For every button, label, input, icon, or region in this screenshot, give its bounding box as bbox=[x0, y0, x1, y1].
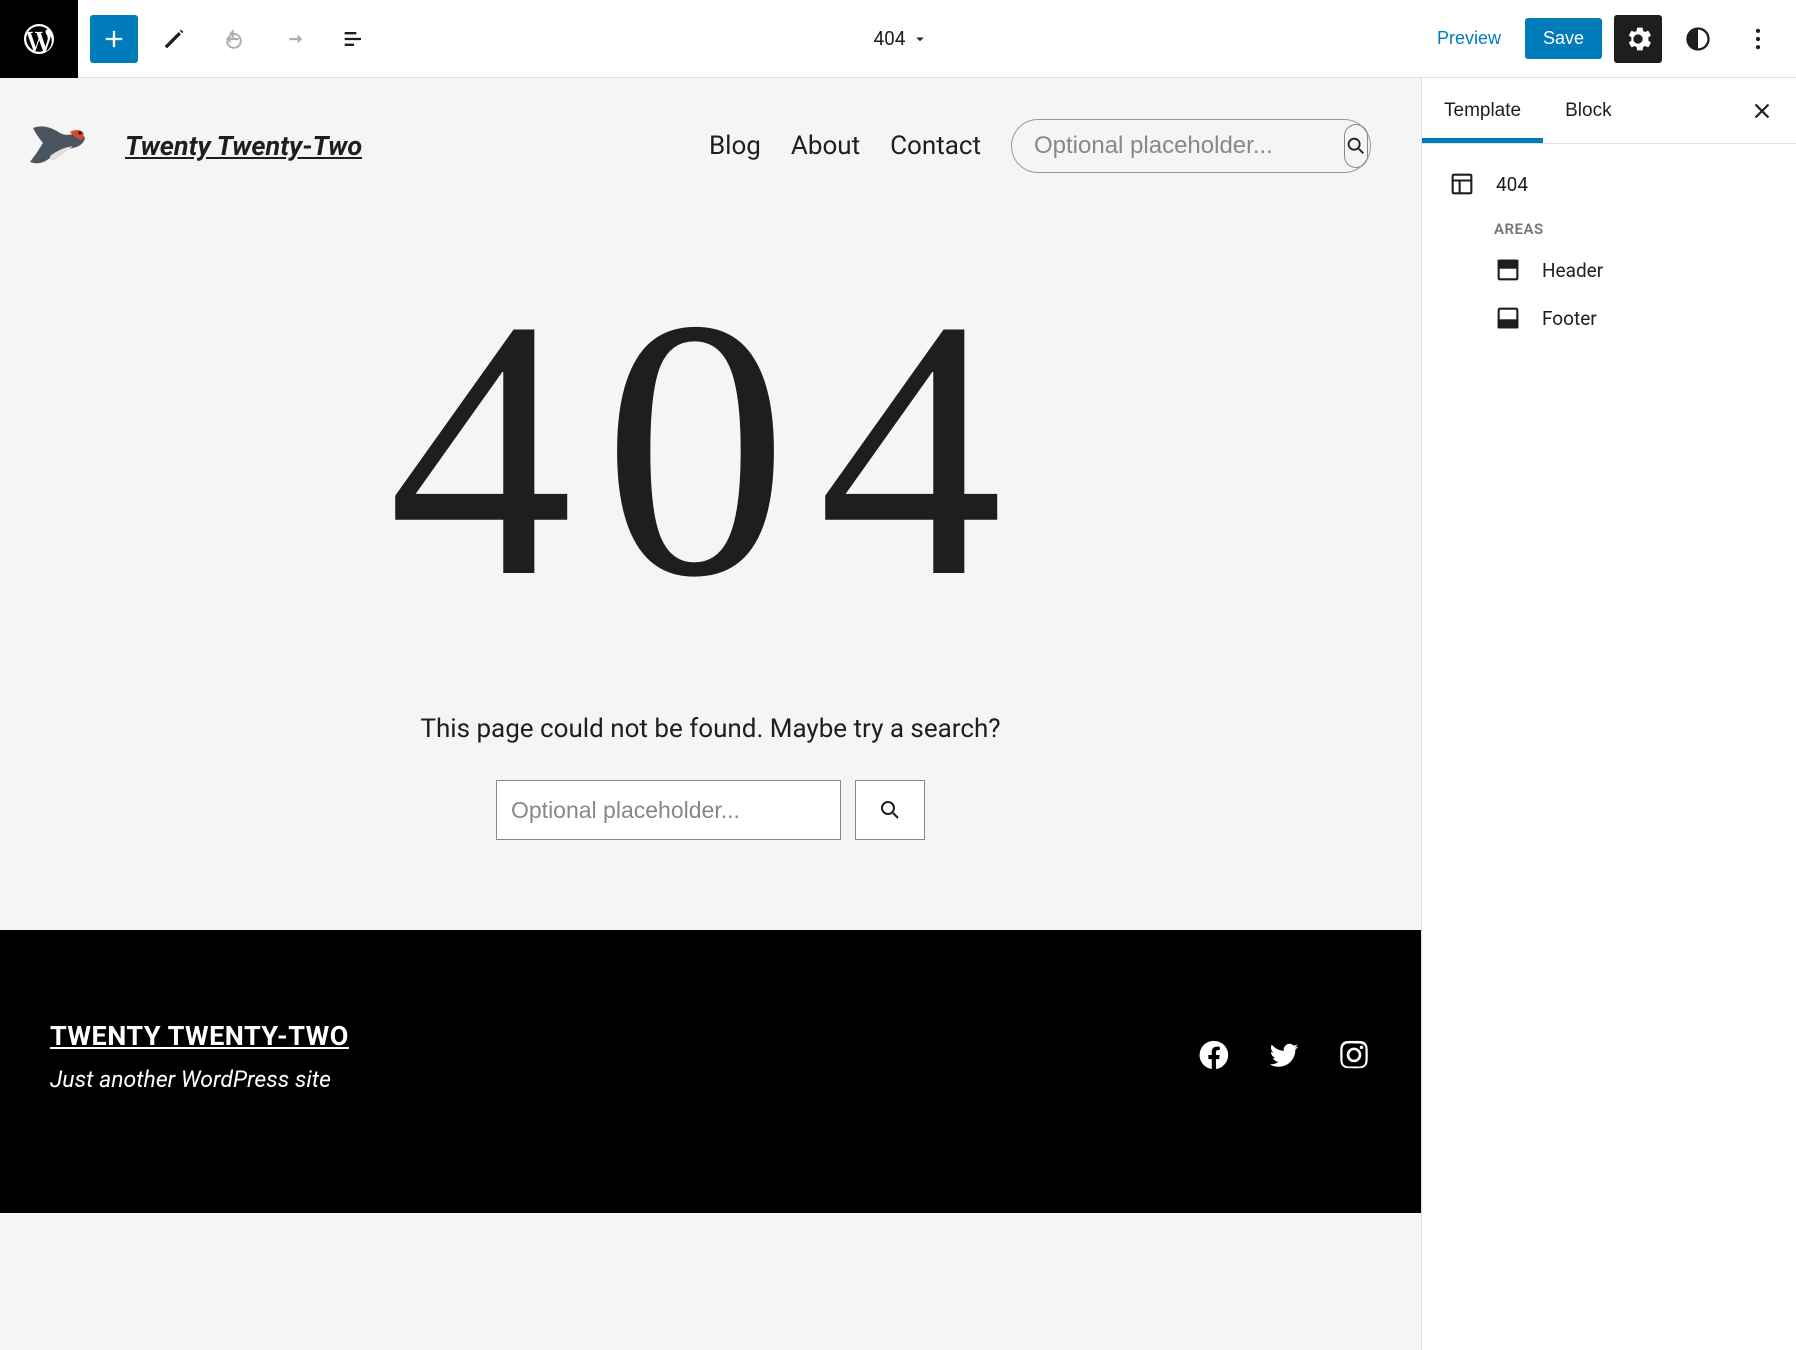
block-inserter-button[interactable] bbox=[90, 15, 138, 63]
styles-toggle-button[interactable] bbox=[1674, 15, 1722, 63]
404-heading[interactable]: 404 bbox=[0, 264, 1421, 634]
layout-icon bbox=[1448, 170, 1476, 198]
tab-template[interactable]: Template bbox=[1422, 78, 1543, 143]
close-icon bbox=[1749, 98, 1775, 124]
site-logo[interactable] bbox=[25, 118, 97, 174]
search-icon bbox=[1345, 135, 1367, 157]
settings-toggle-button[interactable] bbox=[1614, 15, 1662, 63]
list-view-button[interactable] bbox=[330, 15, 378, 63]
footer-tagline[interactable]: Just another WordPress site bbox=[50, 1066, 349, 1093]
template-name-label: 404 bbox=[1496, 173, 1528, 196]
site-title[interactable]: Twenty Twenty-Two bbox=[125, 130, 362, 162]
save-button[interactable]: Save bbox=[1525, 18, 1602, 59]
facebook-link[interactable] bbox=[1197, 1038, 1231, 1076]
page-footer: TWENTY TWENTY-TWO Just another WordPress… bbox=[0, 930, 1421, 1213]
more-options-button[interactable] bbox=[1734, 15, 1782, 63]
template-item[interactable]: 404 bbox=[1448, 164, 1770, 204]
social-links bbox=[1197, 1038, 1371, 1076]
header-search-input[interactable] bbox=[1034, 132, 1344, 160]
toolbar-left bbox=[0, 0, 378, 78]
document-title[interactable]: 404 bbox=[378, 27, 1425, 50]
settings-sidebar: Template Block 404 AREAS Header F bbox=[1421, 78, 1796, 1350]
search-icon bbox=[878, 798, 902, 822]
footer-icon bbox=[1494, 304, 1522, 332]
content-search-input[interactable] bbox=[496, 780, 841, 840]
sidebar-body: 404 AREAS Header Footer bbox=[1422, 144, 1796, 362]
twitter-link[interactable] bbox=[1267, 1038, 1301, 1076]
area-label: Header bbox=[1542, 259, 1603, 282]
not-found-text[interactable]: This page could not be found. Maybe try … bbox=[0, 714, 1421, 744]
page-header: Twenty Twenty-Two Blog About Contact bbox=[0, 78, 1421, 214]
tab-block[interactable]: Block bbox=[1543, 78, 1633, 143]
tools-toggle-button[interactable] bbox=[150, 15, 198, 63]
footer-site-title[interactable]: TWENTY TWENTY-TWO bbox=[50, 1020, 349, 1052]
toolbar-right: Preview Save bbox=[1425, 15, 1796, 63]
chevron-down-icon bbox=[911, 30, 929, 48]
areas-heading: AREAS bbox=[1494, 220, 1770, 238]
site-brand: Twenty Twenty-Two bbox=[25, 118, 362, 174]
close-sidebar-button[interactable] bbox=[1742, 91, 1782, 131]
facebook-icon bbox=[1197, 1038, 1231, 1072]
primary-nav: Blog About Contact bbox=[709, 119, 1371, 173]
editor-toolbar: 404 Preview Save bbox=[0, 0, 1796, 78]
header-icon bbox=[1494, 256, 1522, 284]
area-item-footer[interactable]: Footer bbox=[1448, 294, 1770, 342]
nav-item-contact[interactable]: Contact bbox=[890, 131, 981, 161]
nav-item-blog[interactable]: Blog bbox=[709, 131, 761, 161]
twitter-icon bbox=[1267, 1038, 1301, 1072]
content-search-button[interactable] bbox=[855, 780, 925, 840]
editor-canvas[interactable]: Twenty Twenty-Two Blog About Contact bbox=[0, 78, 1421, 1350]
wp-logo[interactable] bbox=[0, 0, 78, 78]
content-404: 404 This page could not be found. Maybe … bbox=[0, 214, 1421, 930]
document-title-label: 404 bbox=[873, 27, 905, 50]
area-item-header[interactable]: Header bbox=[1448, 246, 1770, 294]
sidebar-tabs: Template Block bbox=[1422, 78, 1796, 144]
undo-button[interactable] bbox=[210, 15, 258, 63]
header-search-button[interactable] bbox=[1344, 124, 1368, 168]
nav-item-about[interactable]: About bbox=[791, 131, 860, 161]
redo-button[interactable] bbox=[270, 15, 318, 63]
instagram-icon bbox=[1337, 1038, 1371, 1072]
area-label: Footer bbox=[1542, 307, 1597, 330]
preview-button[interactable]: Preview bbox=[1425, 20, 1513, 57]
content-search bbox=[0, 780, 1421, 840]
instagram-link[interactable] bbox=[1337, 1038, 1371, 1076]
header-search bbox=[1011, 119, 1371, 173]
